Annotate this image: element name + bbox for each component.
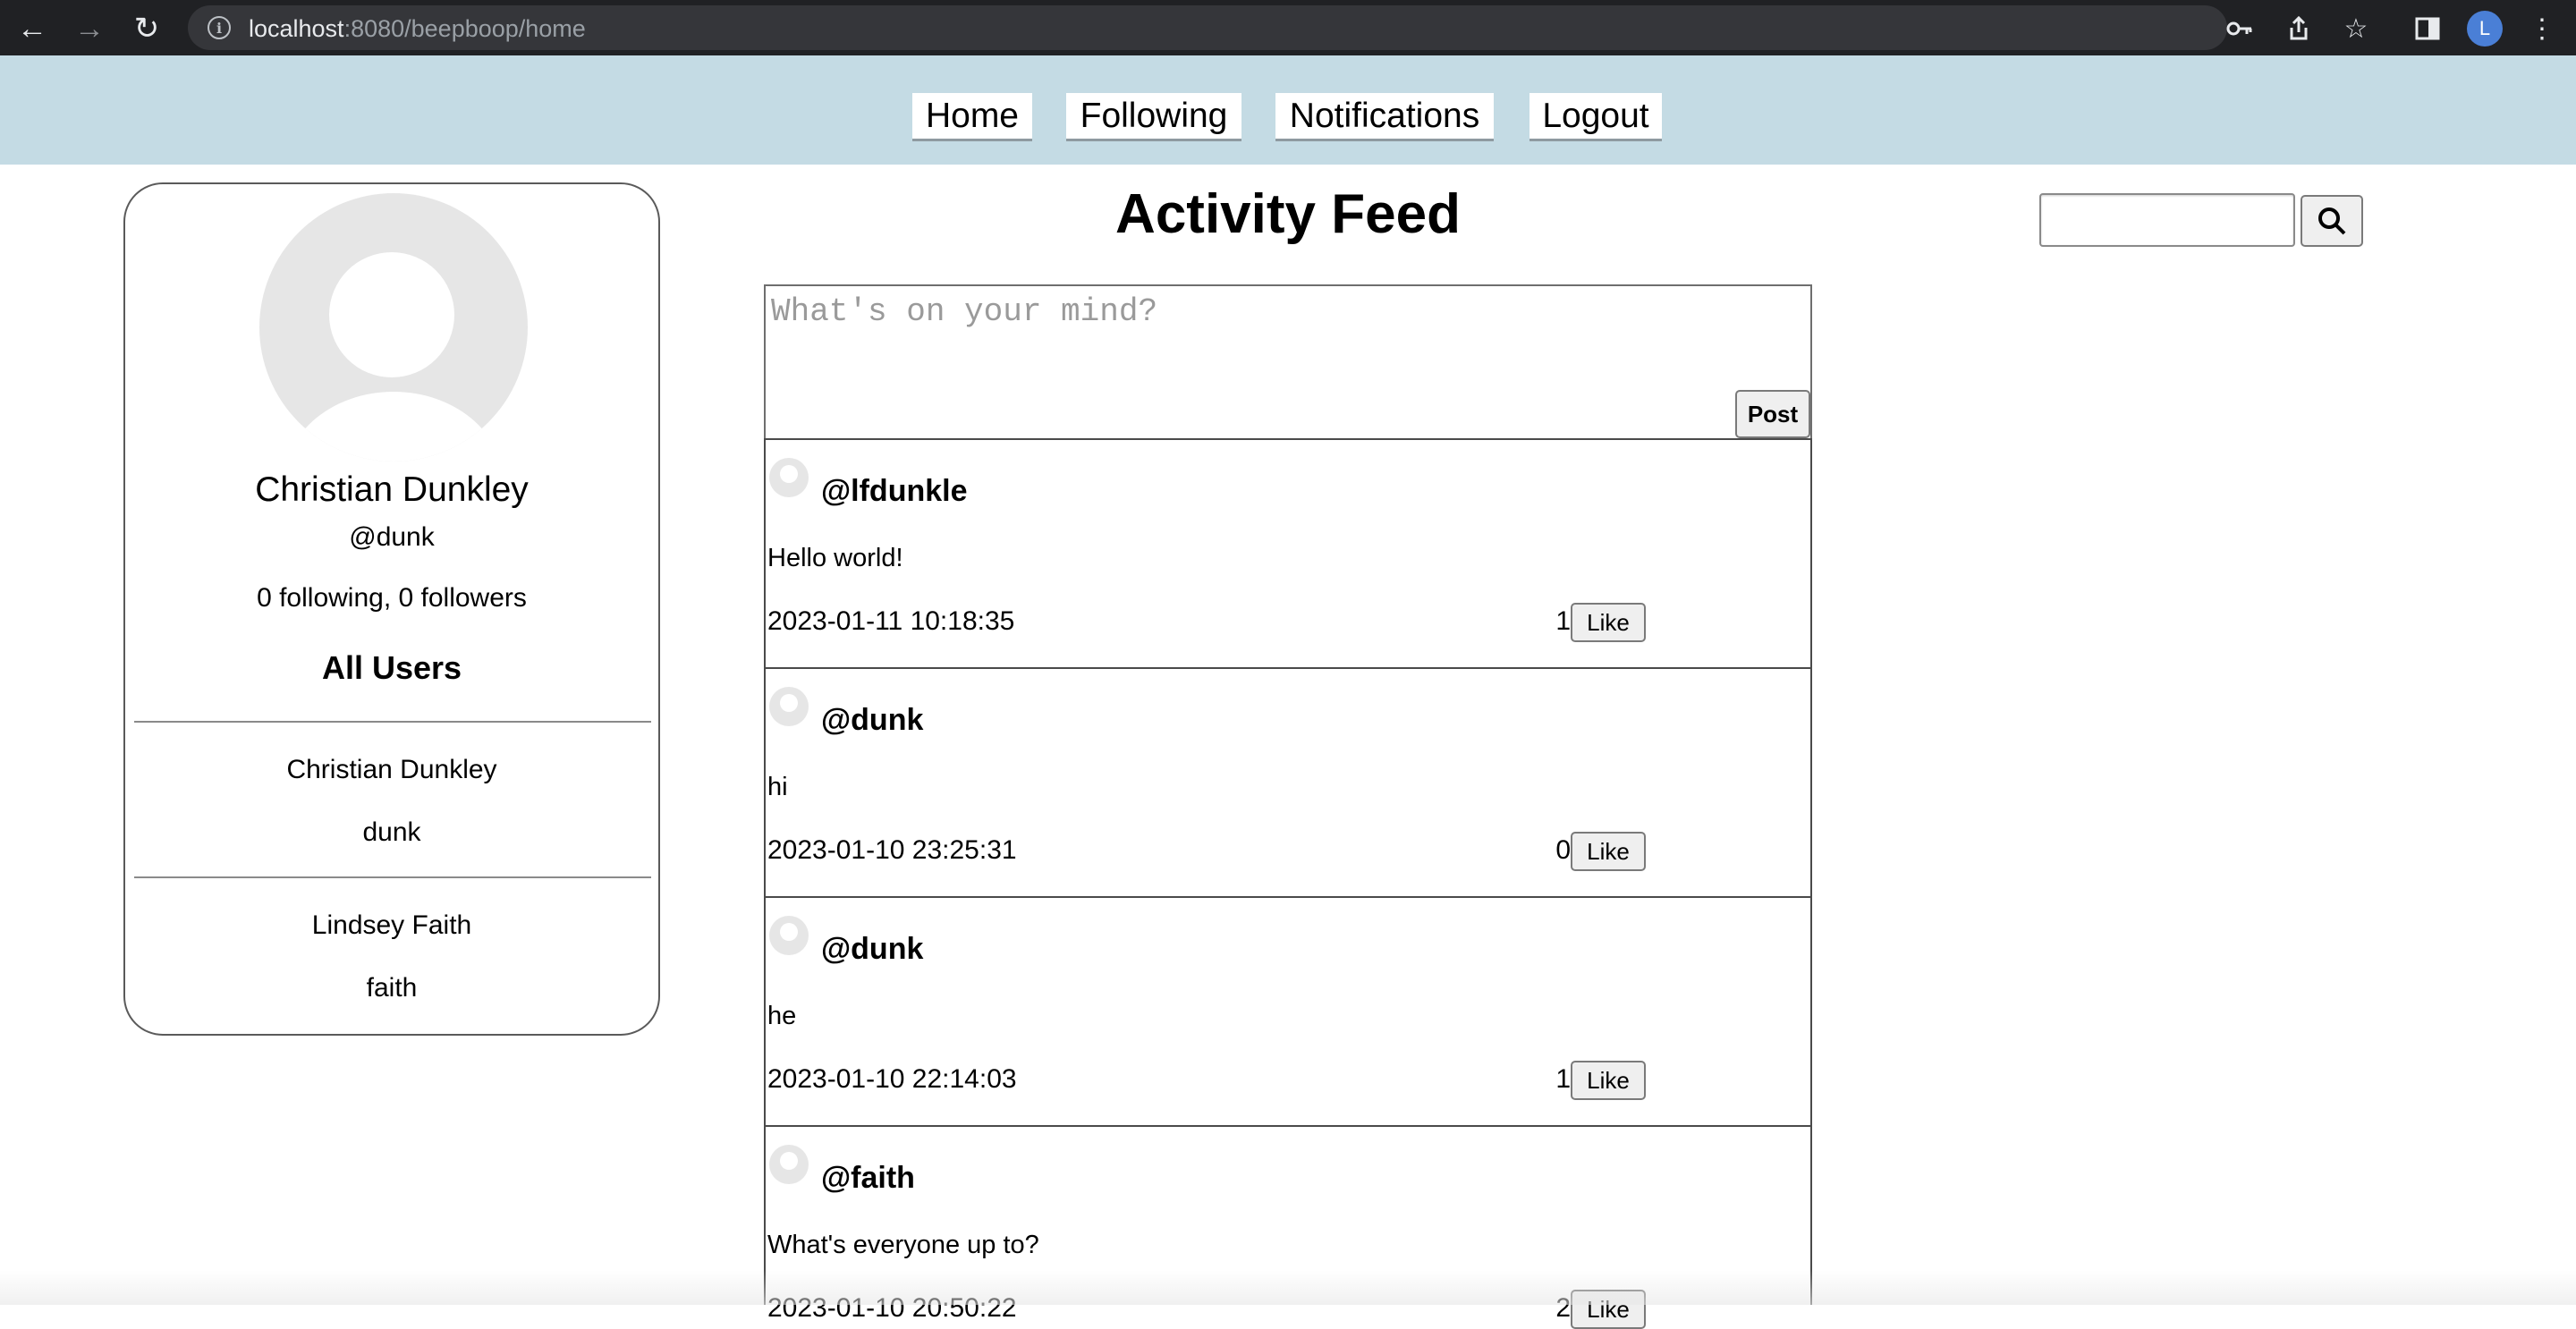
like-button[interactable]: Like xyxy=(1571,1061,1646,1100)
like-count: 1 xyxy=(1555,1064,1571,1094)
post-timestamp: 2023-01-10 23:25:31 xyxy=(767,835,1017,865)
profile-card: Christian Dunkley @dunk 0 following, 0 f… xyxy=(123,182,660,1036)
post-body: he xyxy=(767,1002,797,1030)
user-list-name[interactable]: Lindsey Faith xyxy=(125,910,658,941)
feed-post: @dunk hi 2023-01-10 23:25:31 0 Like xyxy=(764,667,1812,898)
bottom-fade xyxy=(0,1270,2576,1305)
post-handle[interactable]: @dunk xyxy=(821,703,923,738)
page-title: Activity Feed xyxy=(1115,183,1461,245)
search-icon xyxy=(2318,207,2346,235)
address-bar[interactable]: i localhost:8080/beepboop/home xyxy=(188,5,2227,50)
profile-picture xyxy=(259,193,528,461)
url-text: localhost:8080/beepboop/home xyxy=(249,15,586,42)
divider xyxy=(134,721,651,723)
nav-notifications-link[interactable]: Notifications xyxy=(1275,93,1494,141)
reload-icon[interactable]: ↻ xyxy=(127,9,166,48)
post-body: hi xyxy=(767,773,788,801)
profile-name: Christian Dunkley xyxy=(255,470,529,509)
nav-logout-link[interactable]: Logout xyxy=(1530,93,1662,141)
post-body: Hello world! xyxy=(767,544,903,572)
post-avatar xyxy=(769,687,809,726)
post-composer[interactable]: What's on your mind? Post xyxy=(764,284,1812,440)
search-button[interactable] xyxy=(2301,195,2363,247)
forward-arrow-icon[interactable]: → xyxy=(70,9,109,48)
like-button[interactable]: Like xyxy=(1571,603,1646,642)
divider xyxy=(134,876,651,878)
site-info-icon[interactable]: i xyxy=(208,16,231,39)
post-timestamp: 2023-01-11 10:18:35 xyxy=(767,606,1015,636)
post-avatar xyxy=(769,916,809,955)
more-menu-icon[interactable]: ⋮ xyxy=(2524,11,2560,47)
feed-post: @lfdunkle Hello world! 2023-01-11 10:18:… xyxy=(764,438,1812,669)
key-icon[interactable] xyxy=(2222,11,2258,47)
post-timestamp: 2023-01-10 22:14:03 xyxy=(767,1064,1017,1094)
post-handle[interactable]: @lfdunkle xyxy=(821,474,968,509)
post-body: What's everyone up to? xyxy=(767,1231,1039,1259)
profile-avatar[interactable]: L xyxy=(2467,11,2503,47)
post-handle[interactable]: @faith xyxy=(821,1161,915,1196)
profile-handle: @dunk xyxy=(349,522,435,552)
top-navigation: Home Following Notifications Logout xyxy=(0,55,2576,165)
composer-placeholder: What's on your mind? xyxy=(771,293,1158,330)
user-list-name[interactable]: Christian Dunkley xyxy=(125,755,658,785)
post-avatar xyxy=(769,458,809,497)
back-arrow-icon[interactable]: ← xyxy=(13,9,52,48)
user-list-username[interactable]: dunk xyxy=(125,817,658,848)
user-list-username[interactable]: faith xyxy=(125,973,658,1003)
bookmark-star-icon[interactable]: ☆ xyxy=(2338,11,2374,47)
post-handle[interactable]: @dunk xyxy=(821,932,923,967)
all-users-heading: All Users xyxy=(321,649,462,686)
profile-stats: 0 following, 0 followers xyxy=(257,583,527,613)
post-avatar xyxy=(769,1145,809,1184)
like-count: 1 xyxy=(1555,606,1571,636)
like-button[interactable]: Like xyxy=(1571,832,1646,871)
browser-toolbar: ← → ↻ i localhost:8080/beepboop/home ☆ L… xyxy=(0,0,2576,55)
side-panel-icon[interactable] xyxy=(2410,11,2445,47)
post-button[interactable]: Post xyxy=(1735,390,1810,438)
feed-post: @dunk he 2023-01-10 22:14:03 1 Like xyxy=(764,896,1812,1127)
like-count: 0 xyxy=(1555,835,1571,865)
search-input[interactable] xyxy=(2039,193,2295,247)
nav-home-link[interactable]: Home xyxy=(912,93,1032,141)
share-icon[interactable] xyxy=(2281,11,2317,47)
nav-following-link[interactable]: Following xyxy=(1066,93,1241,141)
